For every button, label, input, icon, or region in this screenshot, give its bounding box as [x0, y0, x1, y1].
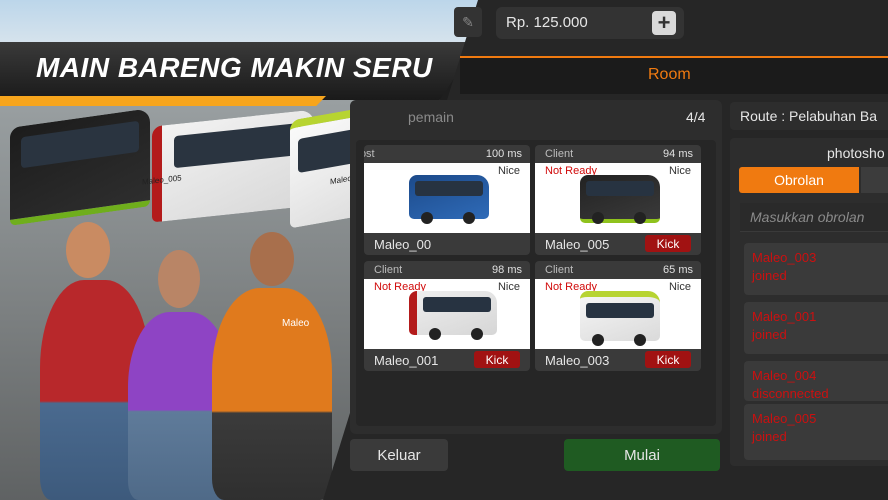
- kick-button[interactable]: Kick: [645, 351, 691, 368]
- bus-image: [580, 291, 660, 346]
- bus-image: [409, 291, 497, 340]
- edit-button[interactable]: ✎: [454, 7, 482, 37]
- player-role: Client: [374, 264, 403, 276]
- route-info: Route : Pelabuhan Ba: [730, 102, 888, 130]
- chat-message: Maleo_003joined: [744, 243, 888, 295]
- player-quality: Nice: [497, 165, 520, 177]
- player-card[interactable]: Client 98 ms Not Ready Nice Maleo_001 Ki…: [364, 261, 530, 371]
- message-text: joined: [752, 429, 787, 444]
- route-text: Route : Pelabuhan Ba: [740, 108, 877, 124]
- character-head: [250, 232, 294, 286]
- tab-other[interactable]: [861, 167, 888, 193]
- kick-button[interactable]: Kick: [645, 235, 691, 252]
- shirt-logo: Maleo: [282, 318, 310, 329]
- player-card[interactable]: Client 65 ms Not Ready Nice Maleo_003 Ki…: [535, 261, 701, 371]
- player-card[interactable]: Host 100 ms Nice Maleo_00: [364, 145, 530, 255]
- chat-message: Maleo_005joined: [744, 404, 888, 460]
- money-display: Rp. 125.000 +: [496, 7, 684, 39]
- players-count: 4/4: [686, 109, 706, 125]
- player-quality: Nice: [668, 165, 691, 177]
- player-name: Maleo_003: [545, 353, 610, 368]
- message-author: Maleo_001: [752, 309, 817, 324]
- message-text: disconnected: [752, 386, 829, 401]
- player-quality: Nice: [497, 281, 520, 293]
- player-ping: 98 ms: [492, 264, 522, 276]
- player-bus-preview: Not Ready Nice: [535, 279, 701, 349]
- bus-image: [580, 175, 660, 224]
- character-head: [158, 250, 200, 308]
- message-author: Maleo_004: [752, 368, 817, 383]
- kick-button[interactable]: Kick: [474, 351, 520, 368]
- promo-title: MAIN BARENG MAKIN SERU: [36, 52, 433, 83]
- player-name: Maleo_00: [374, 237, 432, 252]
- chat-title: photosho: [827, 145, 885, 161]
- chat-input[interactable]: Masukkan obrolan: [740, 203, 888, 232]
- player-ping: 100 ms: [485, 148, 522, 160]
- player-bus-preview: Not Ready Nice: [364, 279, 530, 349]
- player-bus-preview: Not Ready Nice: [535, 163, 701, 233]
- pencil-icon: ✎: [462, 13, 474, 30]
- player-name: Maleo_005: [545, 237, 610, 252]
- promo-bus-black: [10, 108, 150, 226]
- player-role: Client: [545, 148, 574, 160]
- start-button[interactable]: Mulai: [564, 439, 720, 471]
- players-label: pemain: [408, 109, 454, 125]
- chat-message: Maleo_001joined: [744, 302, 888, 354]
- player-ping: 65 ms: [663, 264, 693, 276]
- room-title: Room: [648, 66, 691, 83]
- message-author: Maleo_005: [752, 411, 817, 426]
- exit-button[interactable]: Keluar: [350, 439, 448, 471]
- tab-chat[interactable]: Obrolan: [739, 167, 859, 193]
- player-role: Host: [364, 148, 375, 160]
- player-ping: 94 ms: [663, 148, 693, 160]
- player-card[interactable]: Client 94 ms Not Ready Nice Maleo_005 Ki…: [535, 145, 701, 255]
- player-role: Client: [545, 264, 574, 276]
- player-quality: Nice: [668, 281, 691, 293]
- message-text: joined: [752, 327, 787, 342]
- message-text: joined: [752, 268, 787, 283]
- chat-input-placeholder: Masukkan obrolan: [750, 209, 865, 225]
- chat-message: Maleo_004 disconnected: [744, 361, 888, 401]
- bus-image: [409, 175, 489, 224]
- add-money-button[interactable]: +: [652, 11, 676, 35]
- money-amount: Rp. 125.000: [506, 14, 588, 31]
- promo-banner-stripe: [0, 96, 326, 106]
- player-bus-preview: Nice: [364, 163, 530, 233]
- character-head: [66, 222, 110, 278]
- character-man-orange-shirt: Maleo: [212, 288, 332, 500]
- message-author: Maleo_003: [752, 250, 817, 265]
- player-name: Maleo_001: [374, 353, 439, 368]
- plus-icon: +: [657, 10, 671, 35]
